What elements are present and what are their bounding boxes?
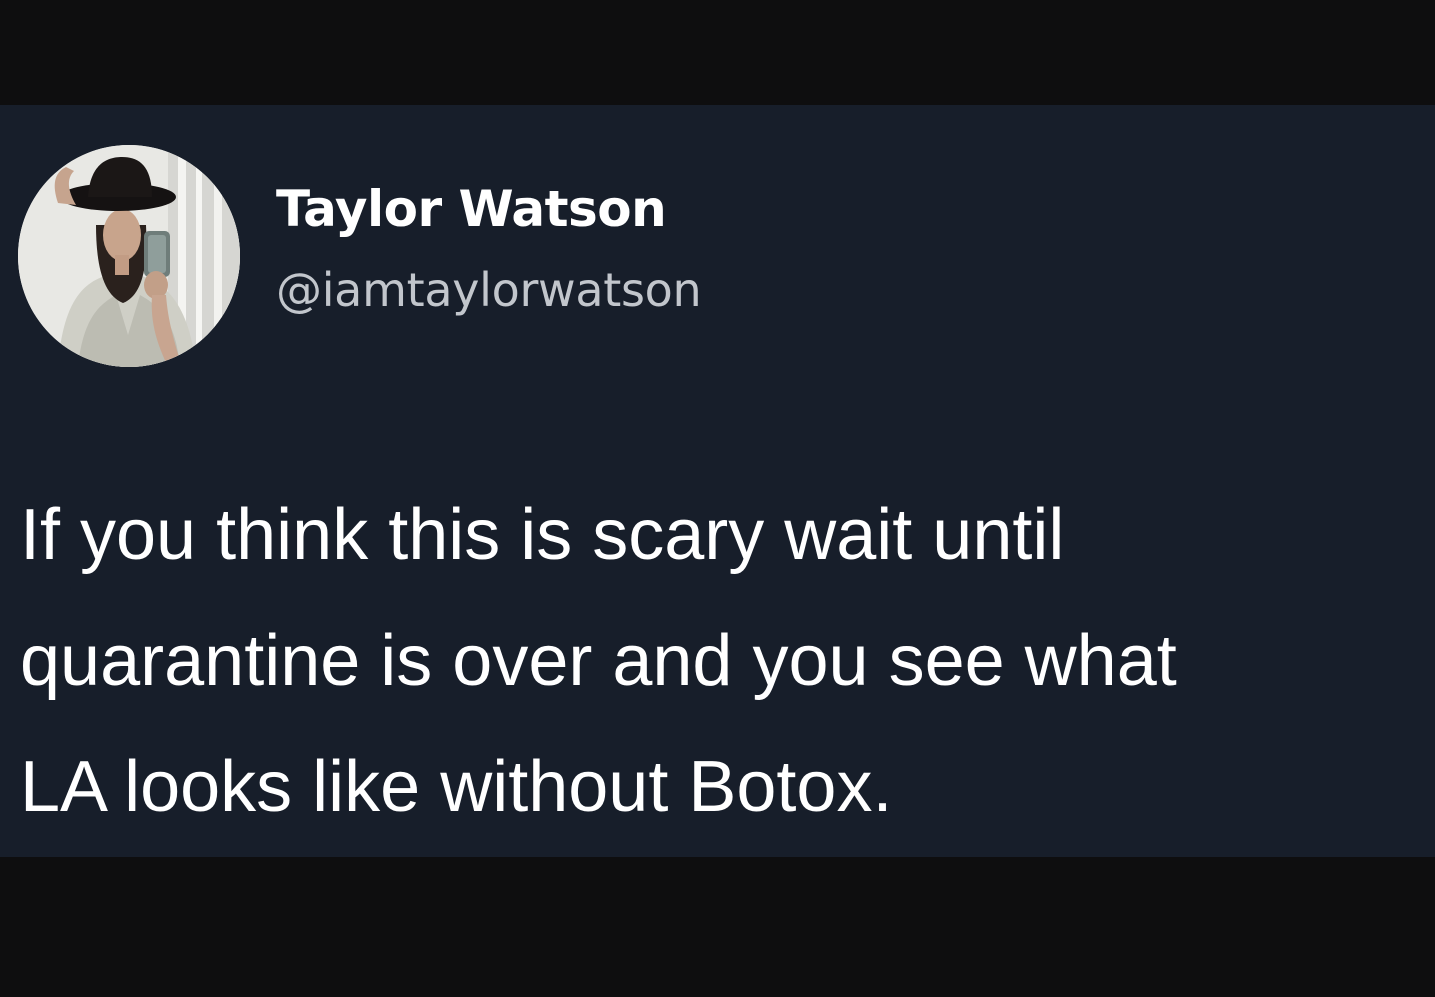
display-name[interactable]: Taylor Watson bbox=[276, 179, 667, 239]
user-handle[interactable]: @iamtaylorwatson bbox=[276, 262, 702, 318]
profile-photo-icon bbox=[18, 145, 240, 367]
avatar[interactable] bbox=[18, 145, 240, 367]
tweet-text-line: If you think this is scary wait until bbox=[20, 495, 1065, 575]
tweet-text: If you think this is scary wait until qu… bbox=[20, 472, 1435, 850]
screenshot-frame: Taylor Watson @iamtaylorwatson If you th… bbox=[0, 0, 1435, 997]
tweet-text-line: quarantine is over and you see what bbox=[20, 621, 1177, 701]
tweet-text-line: LA looks like without Botox. bbox=[20, 747, 893, 827]
tweet-card: Taylor Watson @iamtaylorwatson If you th… bbox=[0, 105, 1435, 857]
